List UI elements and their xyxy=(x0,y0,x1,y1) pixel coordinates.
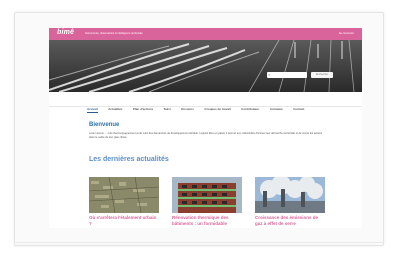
hero-banner: ⌕ Rechercher xyxy=(49,40,362,92)
welcome-text: Lorem ipsum ... outil d'accompagnement e… xyxy=(89,132,323,139)
news-card[interactable]: Croissance des émissions de gaz à effet … xyxy=(255,177,325,227)
news-image-building[interactable] xyxy=(172,177,242,213)
site-logo[interactable]: bimê xyxy=(57,29,74,36)
nav-item-groupes[interactable]: Groupes de travail xyxy=(204,107,230,111)
news-image-urban-sprawl[interactable] xyxy=(89,177,159,213)
news-card[interactable]: Rénovation thermique des bâtiments : un … xyxy=(172,177,242,227)
website: bimê Instruments, observatoire & intelli… xyxy=(49,28,362,228)
news-image-emissions[interactable] xyxy=(255,177,325,213)
top-bar: bimê Instruments, observatoire & intelli… xyxy=(49,28,362,40)
nav-item-annuaire[interactable]: Annuaire xyxy=(270,107,283,111)
divider xyxy=(14,242,384,243)
news-title: Les dernières actualités xyxy=(89,156,169,163)
welcome-title: Bienvenue xyxy=(89,122,120,128)
highway-light-trails-image xyxy=(49,40,362,92)
news-caption[interactable]: Où s'arrêtera l'étalement urbain ? xyxy=(89,215,159,227)
news-card[interactable]: Où s'arrêtera l'étalement urbain ? xyxy=(89,177,159,227)
nav-item-accueil[interactable]: Accueil xyxy=(87,107,98,113)
news-caption[interactable]: Croissance des émissions de gaz à effet … xyxy=(255,215,325,227)
site-tagline: Instruments, observatoire & intelligence… xyxy=(85,32,143,35)
news-caption[interactable]: Rénovation thermique des bâtiments : un … xyxy=(172,215,242,227)
main-nav: Accueil Actualités Plan d'actions Suivi … xyxy=(49,92,362,113)
nav-item-plan-actions[interactable]: Plan d'actions xyxy=(133,107,153,111)
nav-item-dossiers[interactable]: Dossiers xyxy=(181,107,194,111)
nav-item-suivi[interactable]: Suivi xyxy=(164,107,171,111)
nav-item-actualites[interactable]: Actualités xyxy=(108,107,122,111)
search-button[interactable]: Rechercher xyxy=(311,72,333,78)
nav-item-contributeur[interactable]: Contributeur xyxy=(241,107,259,111)
login-link[interactable]: Se connecter xyxy=(339,32,354,35)
search-icon: ⌕ xyxy=(268,72,271,77)
nav-item-contact[interactable]: Contact xyxy=(293,107,304,111)
search-input[interactable]: ⌕ xyxy=(267,72,307,78)
